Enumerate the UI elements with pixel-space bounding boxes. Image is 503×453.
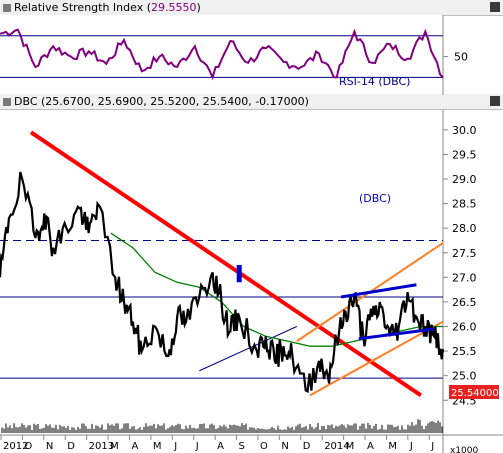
price-tick-label: 30.0 bbox=[452, 124, 477, 137]
rsi-value: 29.5550 bbox=[151, 1, 197, 14]
time-tick-label: O bbox=[24, 441, 32, 452]
price-tick-label: 29.0 bbox=[452, 173, 477, 186]
time-tick-label: M bbox=[346, 441, 355, 452]
price-panel-header: DBC (25.6700, 25.6900, 25.5200, 25.5400,… bbox=[0, 94, 503, 110]
time-tick-label: J bbox=[409, 441, 413, 452]
price-tick-label: 29.5 bbox=[452, 148, 477, 161]
price-tick-label: 28.5 bbox=[452, 198, 477, 211]
time-tick-label: M bbox=[110, 441, 119, 452]
panel-icon[interactable] bbox=[3, 4, 11, 12]
close-icon[interactable] bbox=[490, 2, 500, 12]
time-tick-label: M bbox=[153, 441, 162, 452]
time-tick-label: A bbox=[131, 441, 138, 452]
rsi-plot: 50 RSI-14 (DBC) bbox=[0, 15, 468, 95]
price-tick-label: 25.5 bbox=[452, 345, 477, 358]
price-tick-label: 26.0 bbox=[452, 321, 477, 334]
rsi-title-prefix: Relative Strength Index ( bbox=[14, 1, 152, 14]
price-tick-label: 28.0 bbox=[452, 222, 477, 235]
price-tick-label: 26.5 bbox=[452, 296, 477, 309]
time-tick-label: J bbox=[195, 441, 199, 452]
close-icon[interactable] bbox=[490, 96, 500, 106]
time-tick-label: D bbox=[303, 441, 311, 452]
chart-symbol-label: (DBC) bbox=[359, 192, 391, 205]
chart-window: Relative Strength Index (29.5550) DBC (2… bbox=[0, 0, 503, 453]
time-tick-label: N bbox=[281, 441, 288, 452]
time-tick-label: M bbox=[388, 441, 397, 452]
time-tick-label: A bbox=[367, 441, 374, 452]
time-tick-label: J bbox=[430, 441, 434, 452]
volume-multiplier: x1000 bbox=[450, 446, 479, 453]
rsi-title-suffix: ) bbox=[196, 1, 201, 14]
rsi-tick-label: 50 bbox=[454, 51, 468, 64]
price-tick-label: 25.0 bbox=[452, 370, 477, 383]
panel-icon[interactable] bbox=[3, 98, 11, 106]
price-title: DBC (25.6700, 25.6900, 25.5200, 25.5400,… bbox=[14, 95, 309, 108]
price-tick-label: 27.0 bbox=[452, 271, 477, 284]
rsi-series-label: RSI-14 (DBC) bbox=[339, 75, 410, 88]
price-plot: 24.525.025.526.026.527.027.528.028.529.0… bbox=[0, 110, 503, 453]
price-tick-label: 27.5 bbox=[452, 247, 477, 260]
rsi-panel-header: Relative Strength Index (29.5550) bbox=[0, 0, 503, 16]
time-tick-label: J bbox=[173, 441, 177, 452]
last-price-tag-text: 25.54000 bbox=[451, 388, 499, 399]
price-plot-area bbox=[0, 110, 443, 435]
time-tick-label: S bbox=[239, 441, 245, 452]
time-tick-label: A bbox=[217, 441, 224, 452]
time-tick-label: O bbox=[260, 441, 268, 452]
time-tick-label: N bbox=[46, 441, 53, 452]
time-tick-label: D bbox=[67, 441, 75, 452]
